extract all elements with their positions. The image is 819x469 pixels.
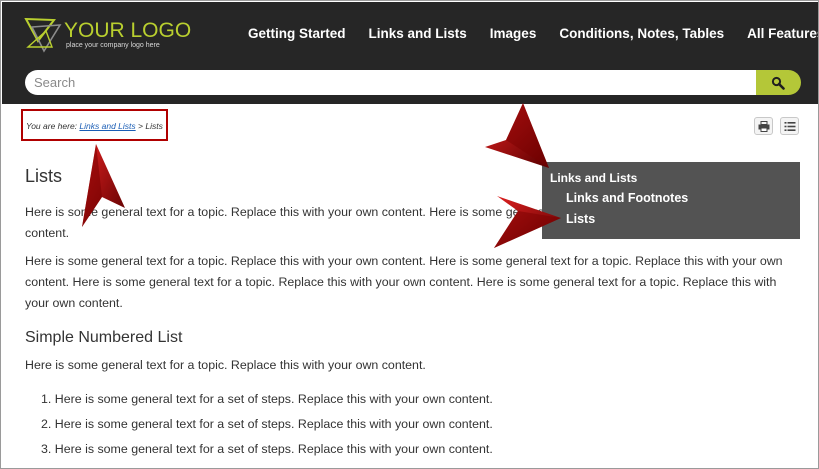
list-item: 1. Here is some general text for a set o… <box>41 392 493 406</box>
breadcrumb-current: Lists <box>145 121 163 131</box>
list-icon <box>784 122 796 131</box>
logo[interactable]: YOUR LOGO place your company logo here <box>24 17 191 57</box>
nav-conditions-notes-tables[interactable]: Conditions, Notes, Tables <box>559 26 724 41</box>
section-paragraph: Here is some general text for a topic. R… <box>25 358 426 372</box>
nav-links-and-lists[interactable]: Links and Lists <box>369 26 467 41</box>
search-icon <box>771 76 785 90</box>
list-item: 2. Here is some general text for a set o… <box>41 417 493 431</box>
toc-toggle-button[interactable] <box>780 117 799 135</box>
top-navigation: Getting Started Links and Lists Images C… <box>248 26 818 41</box>
printer-icon <box>758 121 770 132</box>
nav-getting-started[interactable]: Getting Started <box>248 26 346 41</box>
search-bar <box>25 70 801 95</box>
arrow-pointer-menu-parent <box>485 103 549 168</box>
breadcrumb: You are here: Links and Lists > Lists <box>21 109 168 141</box>
section-title: Simple Numbered List <box>25 329 183 346</box>
list-item: 3. Here is some general text for a set o… <box>41 442 493 456</box>
site-header: YOUR LOGO place your company logo here G… <box>2 2 818 104</box>
breadcrumb-separator: > <box>138 121 143 131</box>
side-menu-item-lists[interactable]: Lists <box>566 212 800 226</box>
search-button[interactable] <box>756 70 801 95</box>
side-menu-item-links-and-footnotes[interactable]: Links and Footnotes <box>566 191 800 205</box>
logo-text: YOUR LOGO <box>64 19 192 42</box>
print-button[interactable] <box>754 117 773 135</box>
search-input[interactable] <box>25 70 761 95</box>
logo-icon <box>24 17 62 53</box>
page-frame: YOUR LOGO place your company logo here G… <box>0 0 819 469</box>
logo-tagline: place your company logo here <box>66 42 160 49</box>
breadcrumb-prefix: You are here: <box>26 121 78 131</box>
side-menu-parent[interactable]: Links and Lists <box>550 171 800 185</box>
numbered-list: 1. Here is some general text for a set o… <box>25 387 795 462</box>
breadcrumb-link-links-and-lists[interactable]: Links and Lists <box>79 121 135 131</box>
body-paragraph: Here is some general text for a topic. R… <box>25 254 783 310</box>
nav-images[interactable]: Images <box>490 26 537 41</box>
nav-all-features[interactable]: All Features <box>747 26 818 41</box>
side-menu: Links and Lists Links and Footnotes List… <box>542 162 800 239</box>
